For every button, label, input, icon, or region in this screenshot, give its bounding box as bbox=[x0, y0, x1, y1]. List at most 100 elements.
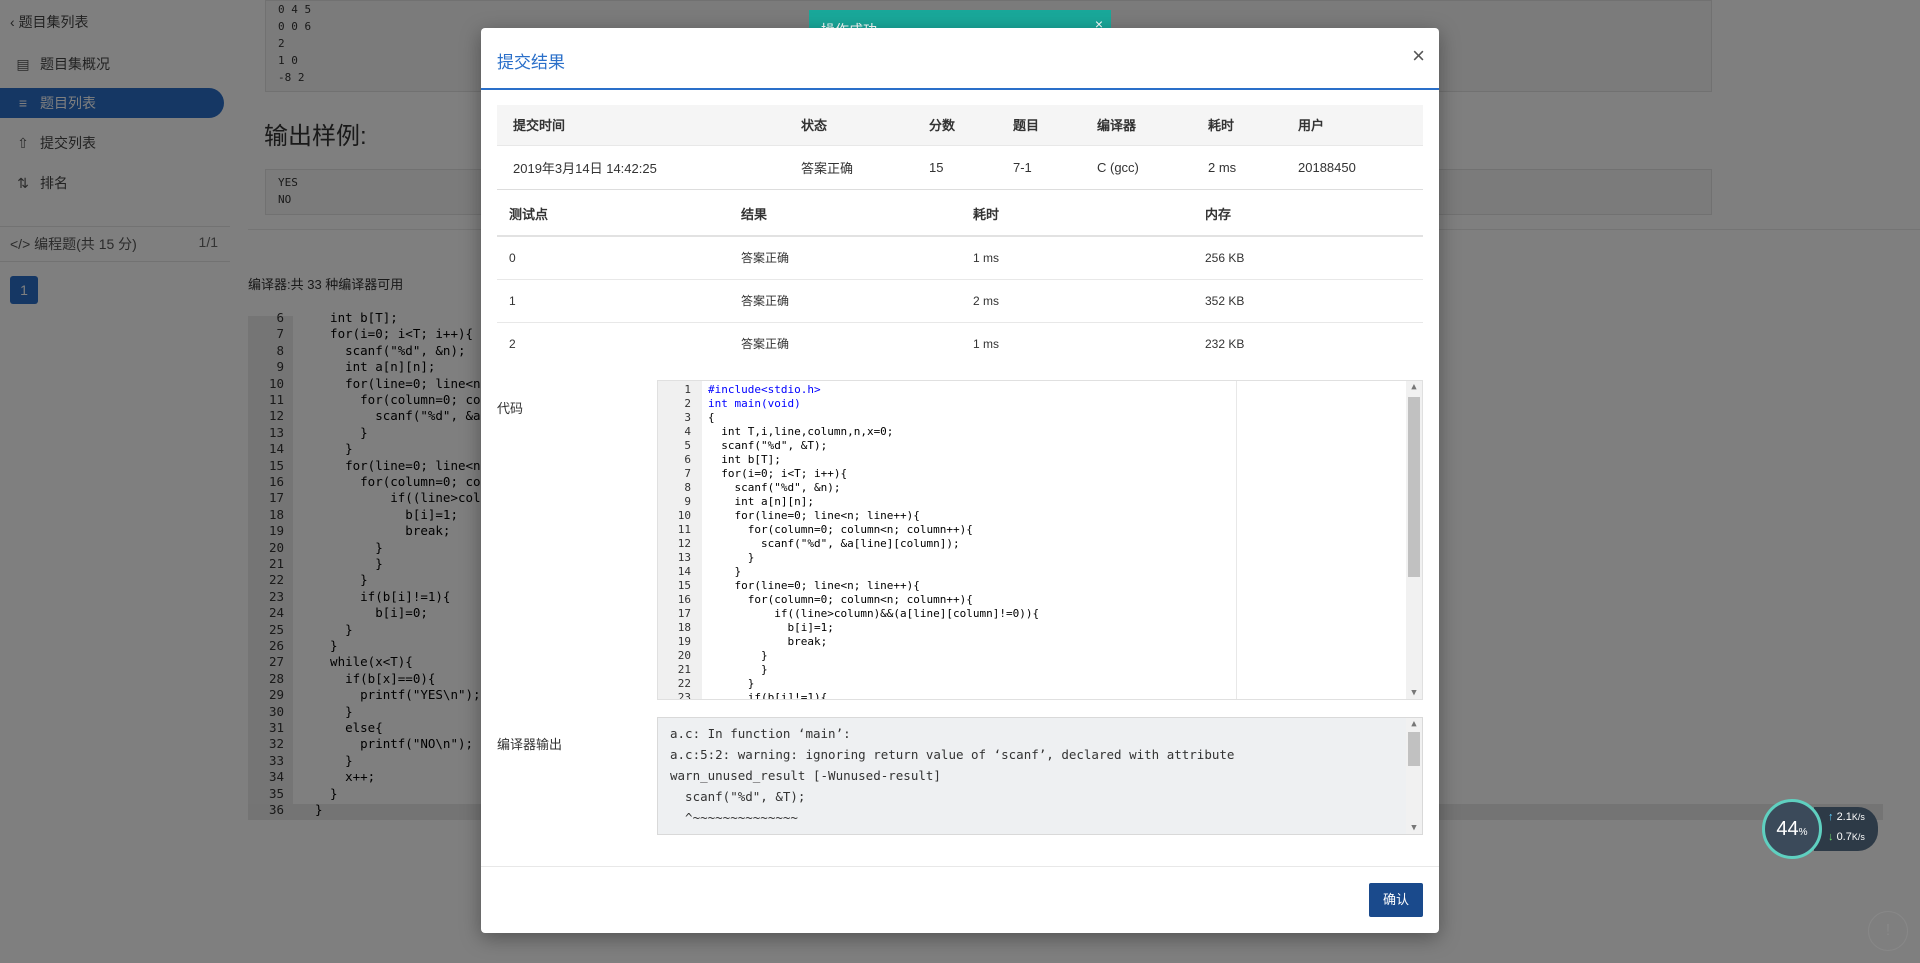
test-id: 2 bbox=[509, 336, 516, 351]
line-number: 19 bbox=[677, 635, 691, 648]
code-text: for(column=0; column<n; column++){ bbox=[708, 523, 973, 536]
code-text: scanf("%d", &a[line][column]); bbox=[708, 537, 960, 550]
test-id: 0 bbox=[497, 236, 729, 280]
scroll-up-icon[interactable]: ▲ bbox=[1406, 718, 1422, 730]
col-header: 编译器 bbox=[1081, 105, 1192, 146]
test-memory: 232 KB bbox=[1205, 336, 1245, 351]
test-result: 答案正确 bbox=[729, 279, 961, 323]
output-line: ^~~~~~~~~~~~~~~ bbox=[670, 810, 798, 825]
modal-title: 提交结果 bbox=[497, 53, 565, 72]
table-row: 1 答案正确 2 ms 352 KB bbox=[497, 279, 1423, 323]
output-line: a.c: In function ‘main’: bbox=[670, 726, 851, 741]
line-number: 13 bbox=[677, 551, 691, 564]
scroll-thumb[interactable] bbox=[1408, 732, 1420, 766]
line-number: 10 bbox=[677, 509, 691, 522]
code-scrollbar[interactable]: ▲ ▼ bbox=[1406, 381, 1422, 699]
cpu-usage-ring: 44% bbox=[1762, 799, 1822, 859]
code-label: 代码 bbox=[497, 401, 524, 416]
code-text: scanf("%d", &n); bbox=[708, 481, 841, 494]
test-time: 2 ms bbox=[961, 279, 1193, 323]
line-number: 9 bbox=[684, 495, 691, 508]
test-memory: 256 KB bbox=[1193, 236, 1423, 280]
code-text: int main(void) bbox=[708, 397, 801, 410]
col-header: 题目 bbox=[997, 105, 1081, 146]
test-result: 答案正确 bbox=[741, 337, 790, 352]
download-arrow-icon: ↓ bbox=[1828, 831, 1834, 843]
test-memory: 352 KB bbox=[1193, 279, 1423, 323]
code-text: for(line=0; line<n; line++){ bbox=[708, 579, 920, 592]
table-row: 2019年3月14日 14:42:25 答案正确 15 7-1 C (gcc) … bbox=[497, 145, 1423, 190]
table-row: 2 答案正确 1 ms 232 KB bbox=[497, 322, 1423, 365]
compiler-output-box[interactable]: a.c: In function ‘main’: a.c:5:2: warning… bbox=[657, 717, 1423, 835]
line-number: 1 bbox=[684, 383, 691, 396]
modal-header: 提交结果 × bbox=[481, 28, 1439, 90]
scroll-thumb[interactable] bbox=[1408, 397, 1420, 577]
line-number: 21 bbox=[677, 663, 691, 676]
line-number: 5 bbox=[684, 439, 691, 452]
code-text: } bbox=[708, 677, 755, 690]
scroll-down-icon[interactable]: ▼ bbox=[1406, 822, 1422, 834]
user: 20188450 bbox=[1282, 145, 1423, 190]
problem-link[interactable]: 7-1 bbox=[997, 145, 1081, 190]
code-text: } bbox=[708, 663, 768, 676]
confirm-button[interactable]: 确认 bbox=[1369, 883, 1423, 917]
col-header: 耗时 bbox=[961, 192, 1193, 237]
col-header: 状态 bbox=[785, 105, 913, 146]
table-header-row: 测试点 结果 耗时 内存 bbox=[497, 192, 1423, 237]
col-header: 分数 bbox=[913, 105, 997, 146]
test-time: 1 ms bbox=[973, 336, 1000, 351]
output-line: a.c:5:2: warning: ignoring return value … bbox=[670, 747, 1235, 762]
table-row: 0 答案正确 1 ms 256 KB bbox=[497, 236, 1423, 280]
line-number: 4 bbox=[684, 425, 691, 438]
code-text: } bbox=[708, 565, 742, 578]
output-line: warn_unused_result [-Wunused-result] bbox=[670, 768, 941, 783]
col-header: 提交时间 bbox=[497, 105, 785, 146]
line-number: 8 bbox=[684, 481, 691, 494]
table-header-row: 提交时间 状态 分数 题目 编译器 耗时 用户 bbox=[497, 105, 1423, 146]
col-header: 用户 bbox=[1282, 105, 1423, 146]
test-id: 1 bbox=[497, 279, 729, 323]
upload-arrow-icon: ↑ bbox=[1828, 811, 1834, 823]
feedback-icon[interactable]: ! bbox=[1868, 911, 1908, 951]
code-text: int T,i,line,column,n,x=0; bbox=[708, 425, 894, 438]
score: 15 bbox=[913, 145, 997, 190]
line-number: 18 bbox=[677, 621, 691, 634]
status-badge: 答案正确 bbox=[785, 145, 913, 190]
scroll-up-icon[interactable]: ▲ bbox=[1406, 381, 1422, 393]
output-scrollbar[interactable]: ▲ ▼ bbox=[1406, 718, 1422, 834]
code-text: b[i]=1; bbox=[708, 621, 834, 634]
line-number: 12 bbox=[677, 537, 691, 550]
line-number: 14 bbox=[677, 565, 691, 578]
line-number: 16 bbox=[677, 593, 691, 606]
code-text: { bbox=[708, 411, 715, 424]
line-number: 22 bbox=[677, 677, 691, 690]
code-text: } bbox=[708, 551, 755, 564]
submitted-code-viewer[interactable]: 1 #include<stdio.h> 2 int main(void) 3 {4 int… bbox=[657, 380, 1423, 700]
code-text: for(line=0; line<n; line++){ bbox=[708, 509, 920, 522]
code-text: scanf("%d", &T); bbox=[708, 439, 828, 452]
network-speed-widget[interactable]: ↑ 2.1K/s ↓ 0.7K/s 44% bbox=[1762, 799, 1882, 859]
code-text: int a[n][n]; bbox=[708, 495, 814, 508]
code-text: int b[T]; bbox=[708, 453, 781, 466]
line-number: 11 bbox=[677, 523, 691, 536]
submit-time: 2019年3月14日 14:42:25 bbox=[497, 145, 785, 190]
scroll-down-icon[interactable]: ▼ bbox=[1406, 687, 1422, 699]
code-text: } bbox=[708, 649, 768, 662]
code-text: for(i=0; i<T; i++){ bbox=[708, 467, 848, 480]
close-icon[interactable]: × bbox=[1412, 44, 1425, 68]
code-text: break; bbox=[708, 635, 828, 648]
line-number: 20 bbox=[677, 649, 691, 662]
line-number: 17 bbox=[677, 607, 691, 620]
compiler-output-label: 编译器输出 bbox=[497, 737, 563, 752]
compiler: C (gcc) bbox=[1081, 145, 1192, 190]
output-line: scanf("%d", &T); bbox=[670, 789, 806, 804]
submission-result-modal: 提交结果 × 提交时间 状态 分数 题目 编译器 耗时 用户 2019年3月14… bbox=[481, 28, 1439, 933]
code-text: #include<stdio.h> bbox=[708, 383, 821, 396]
time-cost: 2 ms bbox=[1192, 145, 1282, 190]
line-number: 15 bbox=[677, 579, 691, 592]
col-header: 测试点 bbox=[497, 192, 729, 237]
line-number: 6 bbox=[684, 453, 691, 466]
code-text: if(b[i]!=1){ bbox=[708, 691, 828, 700]
code-text: if((line>column)&&(a[line][column]!=0)){ bbox=[708, 607, 1040, 620]
line-number: 3 bbox=[684, 411, 691, 424]
